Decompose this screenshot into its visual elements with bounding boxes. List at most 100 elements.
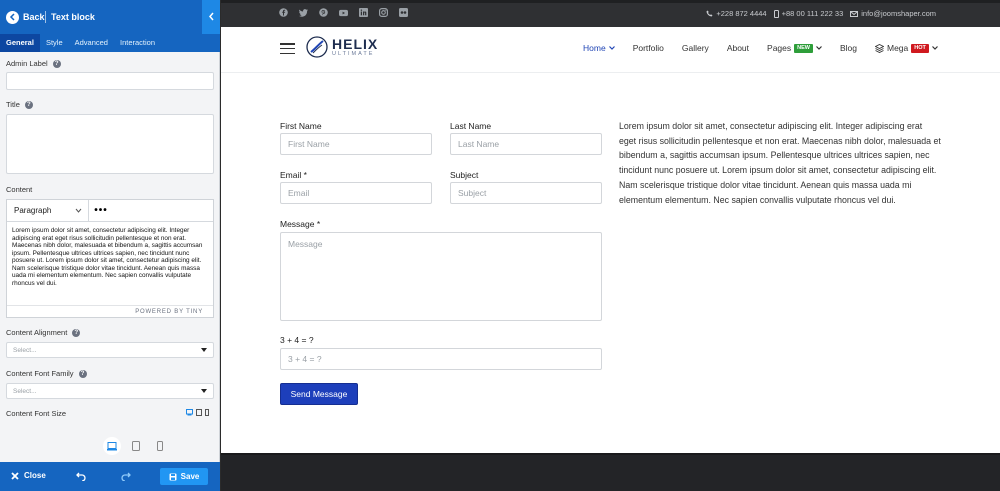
paragraph-format-value: Paragraph: [14, 206, 52, 215]
help-icon[interactable]: ?: [24, 100, 33, 109]
content-alignment-placeholder: Select...: [13, 346, 37, 354]
content-font-family-label: Content Font Family ?: [6, 369, 87, 378]
title-label: Title ?: [6, 100, 33, 109]
social-links: [279, 8, 408, 17]
editor-toolbar: Paragraph •••: [7, 200, 213, 222]
tab-advanced[interactable]: Advanced: [69, 34, 114, 52]
first-name-label: First Name: [280, 121, 322, 131]
subject-placeholder: Subject: [458, 188, 487, 198]
contact-info: +228 872 4444 +88 00 111 222 33 info@joo…: [706, 9, 936, 18]
save-button[interactable]: Save: [160, 468, 208, 485]
save-icon: [169, 473, 177, 480]
panel-tabs: General Style Advanced Interaction: [0, 34, 220, 52]
content-label: Content: [6, 185, 32, 194]
chevron-down-icon: [931, 46, 938, 50]
content-alignment-select[interactable]: Select...: [6, 342, 214, 358]
last-name-placeholder: Last Name: [458, 139, 500, 149]
paragraph-format-select[interactable]: Paragraph: [7, 200, 89, 221]
tablet-icon[interactable]: [196, 409, 202, 416]
undo-button[interactable]: [76, 471, 86, 481]
message-placeholder: Message: [288, 239, 323, 249]
menu-item-pages[interactable]: Pages NEW: [767, 43, 822, 53]
mobile-icon[interactable]: [151, 437, 169, 455]
tab-style[interactable]: Style: [40, 34, 69, 52]
email-placeholder: Email: [288, 188, 310, 198]
content-font-size-text: Content Font Size: [6, 409, 67, 418]
last-name-input[interactable]: Last Name: [450, 133, 602, 155]
more-options-button[interactable]: •••: [89, 200, 113, 221]
menu-item-blog[interactable]: Blog: [840, 43, 857, 53]
first-name-input[interactable]: First Name: [280, 133, 432, 155]
tablet-icon[interactable]: [127, 437, 145, 455]
redo-button[interactable]: [121, 471, 131, 481]
desktop-icon[interactable]: [186, 409, 193, 416]
content-font-family-text: Content Font Family: [6, 369, 74, 378]
help-icon[interactable]: ?: [52, 59, 61, 68]
menu-label: Gallery: [681, 43, 709, 53]
content-alignment-text: Content Alignment: [6, 328, 68, 337]
main-navbar: HELIX ULTIMATE Home Portfolio Gallery Ab…: [221, 27, 1000, 73]
youtube-icon[interactable]: [339, 8, 348, 17]
mega-menu-icon: [875, 43, 884, 53]
chevron-down-icon: [816, 46, 822, 50]
hamburger-icon[interactable]: [280, 43, 295, 54]
close-button[interactable]: Close: [11, 471, 46, 480]
new-badge: NEW: [794, 43, 813, 53]
captcha-label: 3 + 4 = ?: [280, 335, 314, 345]
linkedin-icon[interactable]: [359, 8, 368, 17]
site-preview: +228 872 4444 +88 00 111 222 33 info@joo…: [221, 0, 1000, 491]
site-footer: [221, 453, 1000, 491]
email-input[interactable]: Email: [280, 182, 432, 204]
rich-text-editor[interactable]: Paragraph ••• Lorem ipsum dolor sit amet…: [6, 199, 214, 318]
phone-contact[interactable]: +228 872 4444: [706, 9, 767, 18]
tab-general[interactable]: General: [0, 34, 40, 52]
back-button[interactable]: Back: [6, 9, 45, 25]
subject-input[interactable]: Subject: [450, 182, 602, 204]
top-bar: +228 872 4444 +88 00 111 222 33 info@joo…: [221, 0, 1000, 27]
header-divider: [45, 11, 46, 23]
phone-icon: [706, 10, 713, 17]
twitter-icon[interactable]: [299, 8, 308, 17]
menu-label: Portfolio: [632, 43, 664, 53]
menu-item-about[interactable]: About: [727, 43, 749, 53]
send-message-button[interactable]: Send Message: [280, 383, 358, 405]
desktop-icon[interactable]: [103, 437, 121, 455]
content-font-family-select[interactable]: Select...: [6, 383, 214, 399]
mobile-icon[interactable]: [205, 409, 209, 416]
content-font-size-label: Content Font Size: [6, 409, 66, 418]
pinterest-icon[interactable]: [319, 8, 328, 17]
email-contact[interactable]: info@joomshaper.com: [850, 9, 936, 18]
phone-number: +228 872 4444: [716, 9, 767, 18]
mobile-phone-icon: [773, 9, 779, 18]
menu-item-home[interactable]: Home: [583, 43, 615, 53]
back-label: Back: [23, 12, 45, 22]
mobile-contact[interactable]: +88 00 111 222 33: [773, 9, 843, 18]
title-textarea[interactable]: [6, 114, 214, 174]
message-textarea[interactable]: Message: [280, 232, 602, 321]
content-font-family-placeholder: Select...: [13, 387, 37, 395]
admin-label-input[interactable]: [6, 72, 214, 90]
flickr-icon[interactable]: [399, 8, 408, 17]
help-icon[interactable]: ?: [78, 369, 87, 378]
menu-item-gallery[interactable]: Gallery: [682, 43, 709, 53]
undo-icon: [76, 472, 86, 481]
message-label: Message *: [280, 219, 321, 229]
site-logo[interactable]: HELIX ULTIMATE: [306, 36, 378, 58]
menu-label: Blog: [839, 43, 857, 53]
collapse-panel-button[interactable]: [202, 0, 220, 34]
responsive-device-switch: [186, 409, 209, 416]
tab-interaction[interactable]: Interaction: [114, 34, 161, 52]
menu-item-portfolio[interactable]: Portfolio: [633, 43, 664, 53]
menu-item-mega[interactable]: Mega HOT: [875, 43, 938, 53]
editor-content[interactable]: Lorem ipsum dolor sit amet, consectetur …: [7, 222, 213, 305]
menu-label: Mega: [887, 43, 909, 53]
captcha-input[interactable]: 3 + 4 = ?: [280, 348, 602, 370]
instagram-icon[interactable]: [379, 8, 388, 17]
caret-down-icon: [201, 348, 207, 352]
editor-panel: Back Text block General Style Advanced I…: [0, 0, 220, 491]
first-name-placeholder: First Name: [288, 139, 330, 149]
facebook-icon[interactable]: [279, 8, 288, 17]
powered-by-tiny[interactable]: POWERED BY TINY: [135, 309, 203, 315]
captcha-placeholder: 3 + 4 = ?: [288, 354, 322, 364]
help-icon[interactable]: ?: [72, 328, 81, 337]
